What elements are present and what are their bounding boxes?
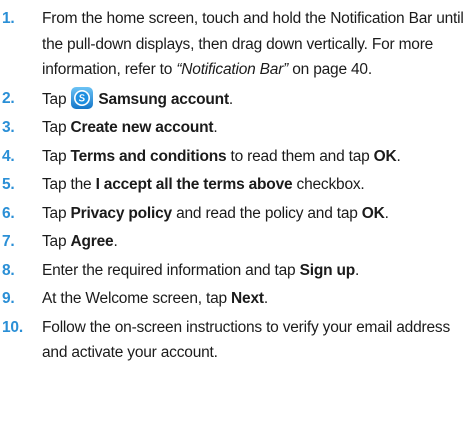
step-3: 3. Tap Create new account. [0, 115, 471, 141]
step-text: Tap [42, 233, 71, 250]
step-6: 6. Tap Privacy policy and read the polic… [0, 201, 471, 227]
step-text: Tap [42, 90, 67, 108]
step-9: 9. At the Welcome screen, tap Next. [0, 286, 471, 312]
step-text: . [228, 90, 234, 108]
step-number: 6. [2, 204, 15, 222]
step-number: 10. [2, 318, 23, 336]
step-text: Enter the required information and tap [42, 261, 300, 279]
button-label: Agree [70, 233, 114, 250]
step-text: checkbox. [292, 176, 365, 193]
step-8: 8. Enter the required information and ta… [0, 258, 471, 284]
button-label: OK [361, 204, 385, 222]
step-number: 1. [2, 10, 15, 27]
step-text: on page 40. [288, 61, 372, 78]
button-label: Create new account [70, 119, 214, 136]
step-2: 2. Tap Samsung account. [0, 86, 471, 113]
step-4: 4. Tap Terms and conditions to read them… [0, 144, 471, 170]
step-7: 7. Tap Agree. [0, 229, 471, 255]
step-5: 5. Tap the I accept all the terms above … [0, 172, 471, 198]
step-text: Follow the on-screen instructions to ver… [42, 318, 450, 362]
checkbox-label: I accept all the terms above [95, 176, 293, 193]
option-label: Privacy policy [70, 204, 173, 222]
step-number: 2. [2, 89, 15, 107]
step-text: At the Welcome screen, tap [42, 290, 232, 307]
step-number: 9. [2, 290, 15, 307]
step-number: 5. [2, 176, 15, 193]
step-text: . [355, 261, 360, 279]
step-text: Tap [42, 147, 71, 165]
button-label: Sign up [299, 261, 356, 279]
step-number: 3. [2, 119, 15, 136]
step-text: . [213, 119, 218, 136]
step-text: to read them and tap [226, 147, 374, 165]
button-label: OK [373, 147, 397, 165]
button-label: Next [231, 290, 264, 307]
samsung-account-app-icon [70, 86, 94, 110]
step-text: . [113, 233, 118, 250]
step-text: . [384, 204, 389, 222]
step-text: Tap [42, 204, 71, 222]
step-number: 7. [2, 233, 15, 250]
step-text: . [396, 147, 401, 165]
step-10: 10. Follow the on-screen instructions to… [0, 315, 471, 366]
step-number: 4. [2, 147, 15, 165]
step-text: and read the policy and tap [171, 204, 362, 222]
instruction-steps-list: 1. From the home screen, touch and hold … [0, 6, 471, 369]
menu-option-label: Samsung account [98, 90, 229, 108]
cross-reference: “Notification Bar” [176, 61, 289, 78]
step-number: 8. [2, 261, 15, 279]
option-label: Terms and conditions [70, 147, 227, 165]
step-1: 1. From the home screen, touch and hold … [0, 6, 471, 83]
step-text: . [263, 290, 268, 307]
step-text: Tap [42, 119, 71, 136]
step-text: Tap the [42, 176, 96, 193]
